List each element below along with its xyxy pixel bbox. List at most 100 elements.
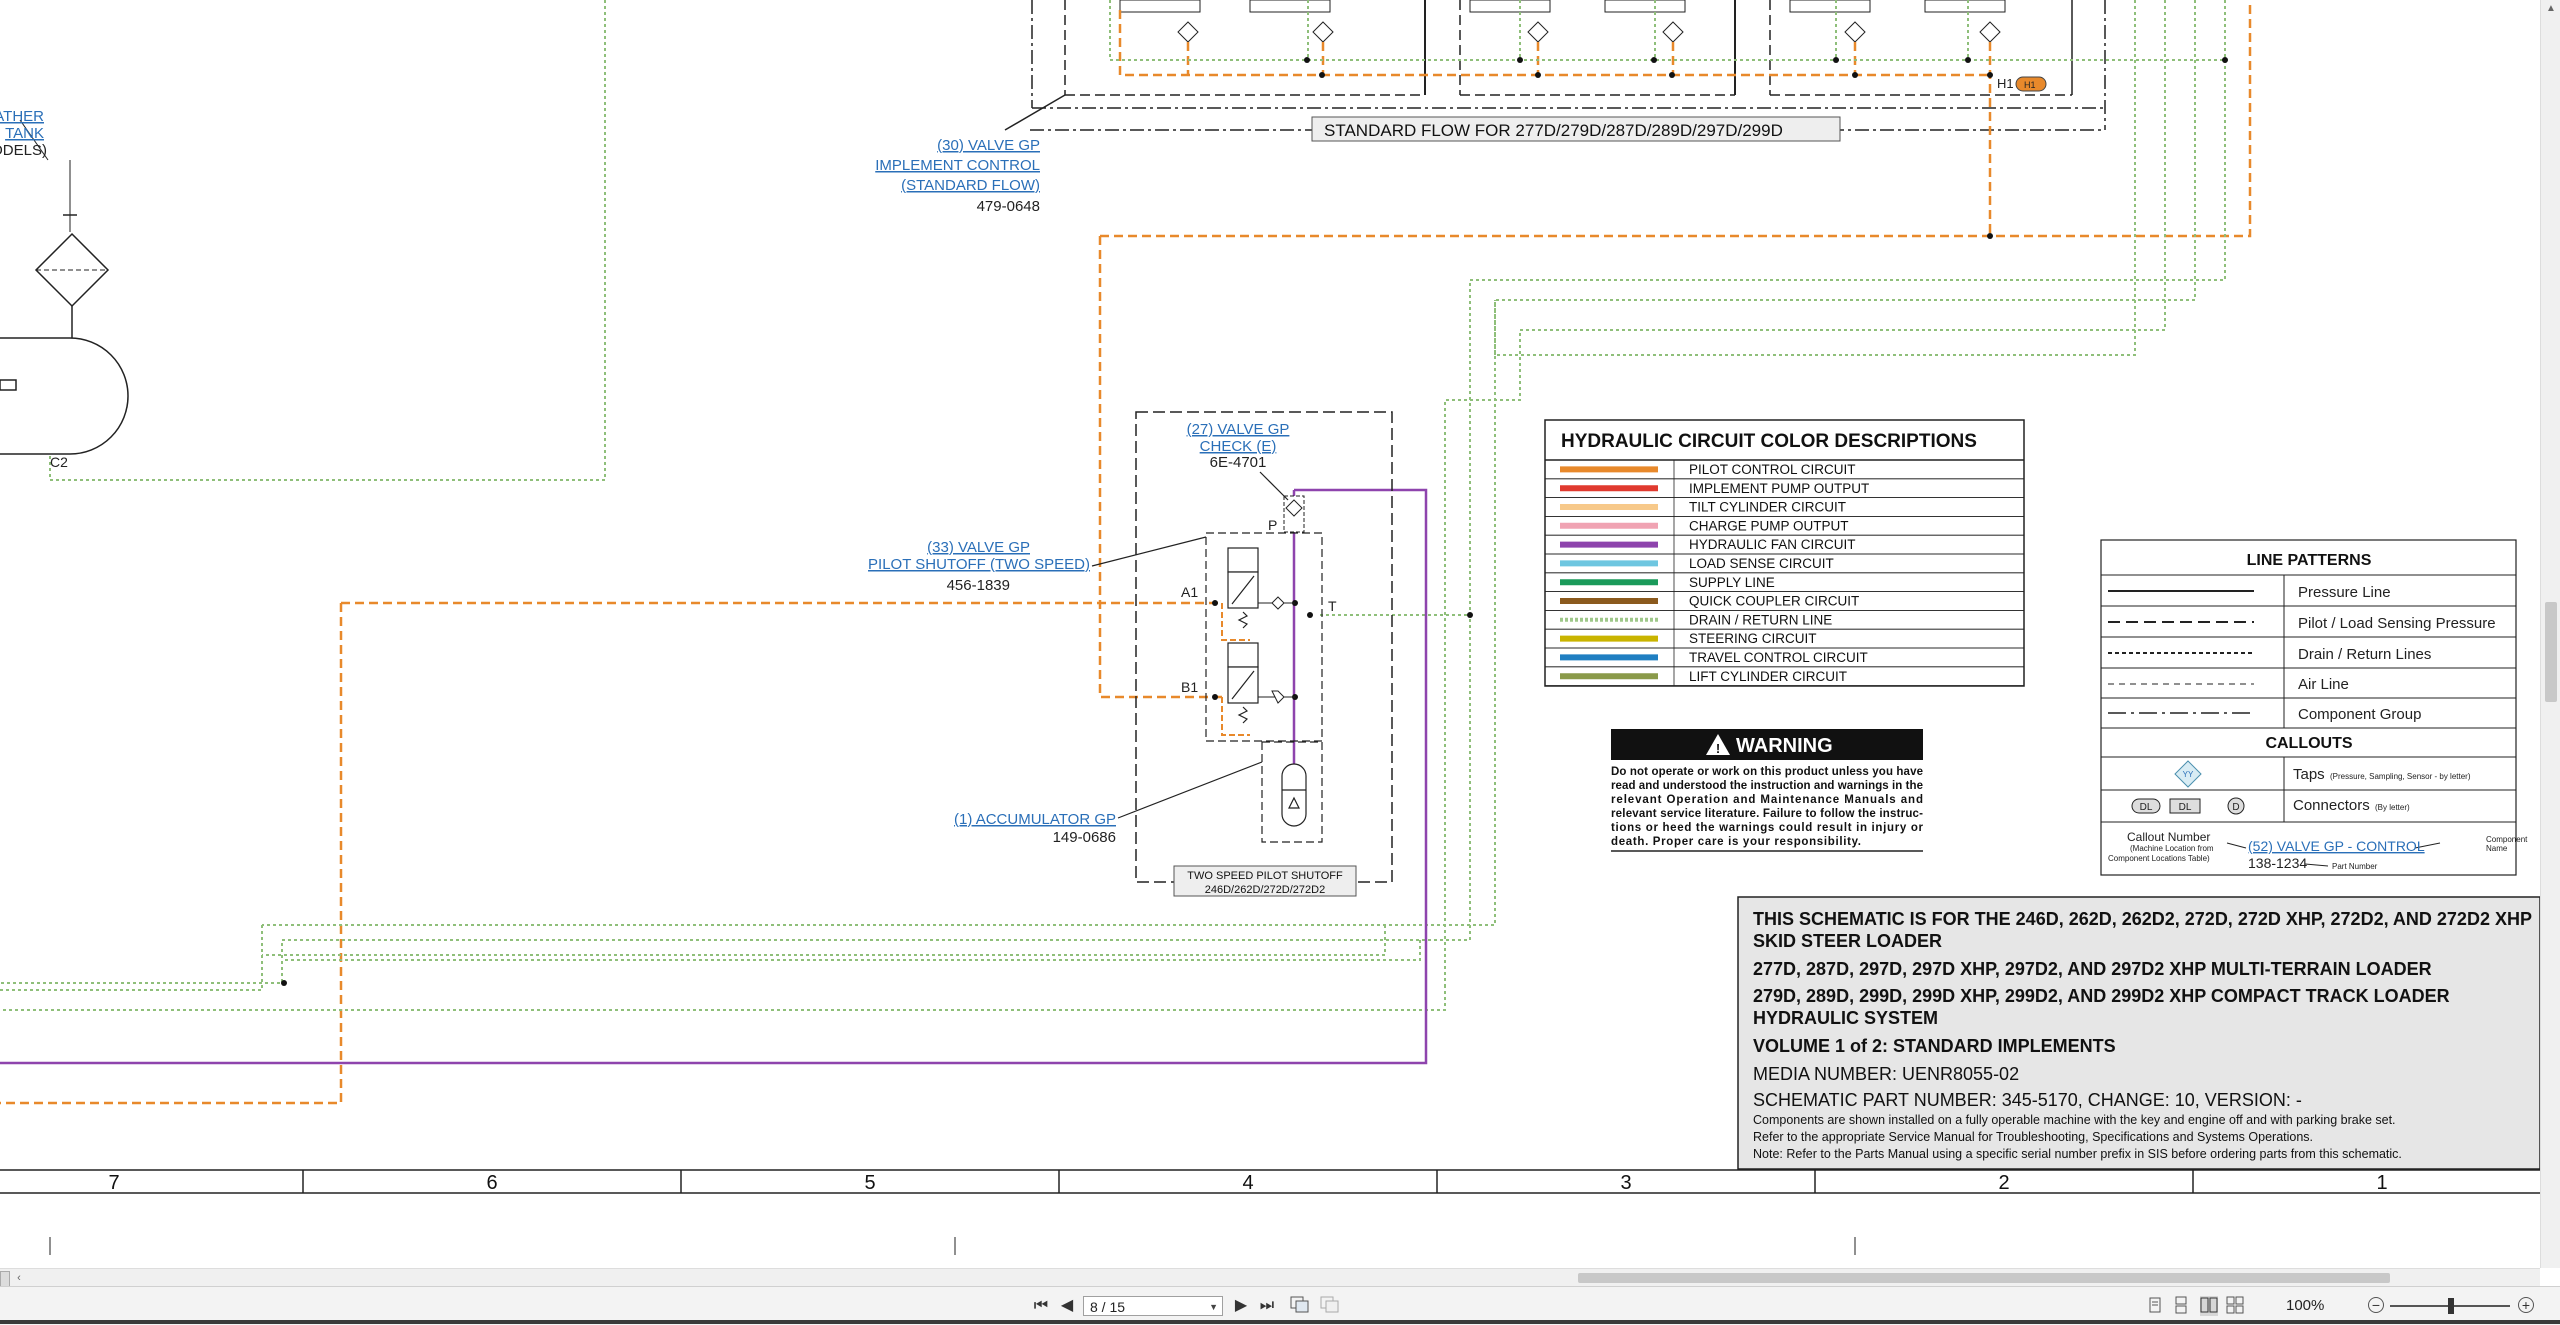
zoom-out-icon[interactable]: − <box>2368 1297 2384 1313</box>
vertical-scroll-thumb[interactable] <box>2545 602 2557 702</box>
prev-page-icon[interactable]: ◀ <box>1058 1296 1076 1316</box>
title-note1: Components are shown installed on a full… <box>1753 1113 2396 1127</box>
warning-line: tions or heed the warnings could result … <box>1611 822 1924 834</box>
valve30-callout-line2[interactable]: IMPLEMENT CONTROL <box>875 157 1040 174</box>
page-number-value: 8 / 15 <box>1090 1299 1126 1315</box>
zone-4: 4 <box>1242 1172 1253 1194</box>
zone-strip <box>0 1169 2540 1255</box>
color-description-table: HYDRAULIC CIRCUIT COLOR DESCRIPTIONS PIL… <box>1544 419 2025 687</box>
title-line6: VOLUME 1 of 2: STANDARD IMPLEMENTS <box>1753 1036 2116 1056</box>
connector-symbol-3: D <box>2232 802 2239 813</box>
zone-2: 2 <box>1998 1172 2009 1194</box>
standard-flow-label: STANDARD FLOW FOR 277D/279D/287D/289D/29… <box>1324 121 1783 140</box>
two-page-continuous-icon[interactable] <box>2226 1296 2244 1316</box>
color-row-label: DRAIN / RETURN LINE <box>1689 612 1832 627</box>
single-page-view-icon[interactable] <box>2146 1296 2164 1316</box>
two-speed-label-line2: 246D/262D/272D/272D2 <box>1205 884 1325 896</box>
port-t-label: T <box>1328 598 1337 614</box>
scroll-left-arrow-icon[interactable]: ‹ <box>12 1271 26 1285</box>
component-name-note-1: Component <box>2486 835 2528 844</box>
top-check-diamonds <box>1177 21 2001 43</box>
color-row-label: TILT CYLINDER CIRCUIT <box>1689 500 1846 515</box>
zone-7: 7 <box>108 1172 119 1194</box>
title-note3: Note: Refer to the Parts Manual using a … <box>1753 1147 2402 1161</box>
shutoff-check-diamonds <box>1271 596 1285 704</box>
valve33-callout-line1[interactable]: (33) VALVE GP <box>927 539 1030 556</box>
zoom-level[interactable]: 100% <box>2286 1296 2324 1316</box>
last-page-icon[interactable]: ⏭ <box>1258 1296 1276 1316</box>
copy-page-icon[interactable] <box>1290 1296 1310 1316</box>
port-b1-label: B1 <box>1181 679 1198 695</box>
valve30-part-number: 479-0648 <box>977 198 1040 215</box>
warning-line: relevant Operation and Maintenance Manua… <box>1611 794 1923 806</box>
valve30-callout-line3[interactable]: (STANDARD FLOW) <box>901 177 1040 194</box>
h1-badge-text: H1 <box>2024 80 2036 90</box>
warning-line: Do not operate or work on this product u… <box>1611 766 1923 778</box>
continuous-view-icon[interactable] <box>2172 1296 2190 1316</box>
port-a1-label: A1 <box>1181 584 1198 600</box>
valve33-callout-line2[interactable]: PILOT SHUTOFF (TWO SPEED) <box>868 556 1090 573</box>
next-page-icon[interactable]: ▶ <box>1232 1296 1250 1316</box>
valve27-part-number: 6E-4701 <box>1210 454 1267 471</box>
paste-page-icon[interactable] <box>1320 1296 1340 1316</box>
warning-line: relevant service literature. Failure to … <box>1611 808 1923 820</box>
pattern-pressure: Pressure Line <box>2298 584 2391 601</box>
solenoid-valve-lower <box>1227 642 1259 724</box>
connector-symbol-2: DL <box>2179 802 2192 813</box>
scroll-up-arrow-icon[interactable]: ▲ <box>2545 2 2557 16</box>
port-p-label: P <box>1268 517 1277 533</box>
taps-label: Taps <box>2293 766 2325 783</box>
color-row-label: PILOT CONTROL CIRCUIT <box>1689 462 1856 477</box>
example-part-number: 138-1234 <box>2248 855 2307 871</box>
color-row-label: TRAVEL CONTROL CIRCUIT <box>1689 650 1868 665</box>
media-number: MEDIA NUMBER: UENR8055-02 <box>1753 1064 2019 1084</box>
warning-text: Do not operate or work on this product u… <box>1611 766 1924 848</box>
pattern-pilot: Pilot / Load Sensing Pressure <box>2298 615 2496 632</box>
color-row-label: SUPPLY LINE <box>1689 575 1775 590</box>
top-valve-bank <box>1030 0 2106 131</box>
color-row-label: LIFT CYLINDER CIRCUIT <box>1689 669 1847 684</box>
two-speed-group-outline <box>1135 411 1393 883</box>
connectors-note: (By letter) <box>2375 803 2410 812</box>
valve27-callout-line2[interactable]: CHECK (E) <box>1200 438 1277 455</box>
document-viewport[interactable]: H1 H1 STANDARD FLOW FOR 277D/279D/287D/2… <box>0 0 2540 1268</box>
solenoid-valve-upper <box>1227 547 1259 629</box>
first-page-icon[interactable]: ⏮ <box>1032 1296 1050 1316</box>
color-table-title: HYDRAULIC CIRCUIT COLOR DESCRIPTIONS <box>1561 431 1977 452</box>
color-row-label: STEERING CIRCUIT <box>1689 631 1817 646</box>
zoom-in-icon[interactable]: + <box>2518 1297 2534 1313</box>
taps-symbol: YY <box>2183 770 2194 779</box>
left-callout-line2[interactable]: TANK <box>5 125 44 142</box>
accumulator-symbol <box>1281 763 1307 827</box>
zone-6: 6 <box>486 1172 497 1194</box>
color-row-label: HYDRAULIC FAN CIRCUIT <box>1689 537 1856 552</box>
title-line4: 279D, 289D, 299D, 299D XHP, 299D2, AND 2… <box>1753 986 2450 1006</box>
part-number-note: Part Number <box>2332 862 2378 871</box>
title-line5: HYDRAULIC SYSTEM <box>1753 1008 1938 1028</box>
vertical-scrollbar[interactable]: ▲ <box>2540 0 2560 1268</box>
connector-symbol-1: DL <box>2140 802 2153 813</box>
title-line2: SKID STEER LOADER <box>1753 931 1942 951</box>
accumulator-callout[interactable]: (1) ACCUMULATOR GP <box>954 811 1116 828</box>
fan-circuit-line <box>0 488 1428 1065</box>
zoom-slider-thumb[interactable] <box>2448 1298 2454 1314</box>
left-callout-line1[interactable]: ATHER <box>0 108 44 125</box>
scroll-left-handle[interactable] <box>0 1271 10 1287</box>
valve27-callout-line1[interactable]: (27) VALVE GP <box>1187 421 1290 438</box>
valve30-callout-line1[interactable]: (30) VALVE GP <box>937 137 1040 154</box>
example-callout-link[interactable]: (52) VALVE GP - CONTROL <box>2248 838 2425 854</box>
color-row-label: CHARGE PUMP OUTPUT <box>1689 518 1849 533</box>
machine-location-note-2: Component Locations Table) <box>2108 854 2210 863</box>
component-name-note-2: Name <box>2486 844 2508 853</box>
page-number-input[interactable]: 8 / 15 ▼ <box>1083 1296 1223 1316</box>
port-c2-label: C2 <box>50 454 68 470</box>
title-line1: THIS SCHEMATIC IS FOR THE 246D, 262D, 26… <box>1753 909 2532 929</box>
accumulator-part-number: 149-0686 <box>1053 829 1116 846</box>
two-page-view-icon[interactable] <box>2200 1296 2218 1316</box>
zone-1: 1 <box>2376 1172 2387 1194</box>
horizontal-scrollbar[interactable]: ‹ <box>0 1268 2540 1287</box>
hydraulic-schematic: H1 H1 STANDARD FLOW FOR 277D/279D/287D/2… <box>0 0 2540 1255</box>
page-dropdown-icon[interactable]: ▼ <box>1209 1297 1218 1317</box>
horizontal-scroll-thumb[interactable] <box>1578 1273 2390 1283</box>
machine-location-note-1: (Machine Location from <box>2130 844 2214 853</box>
